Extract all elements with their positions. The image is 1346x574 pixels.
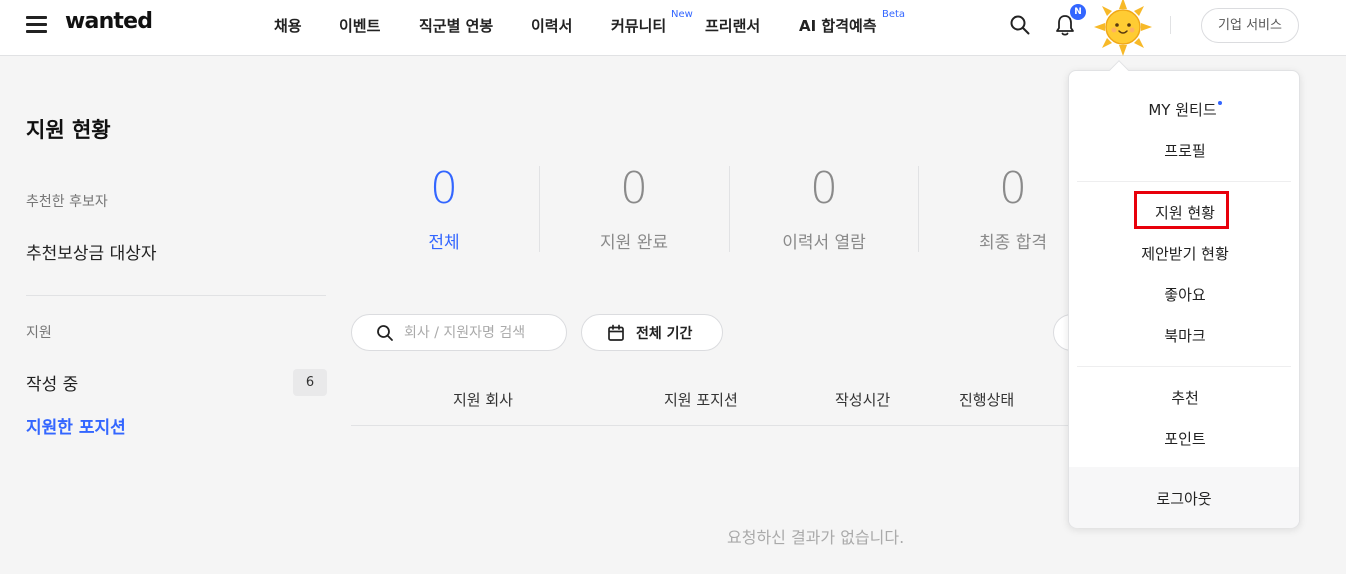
table-header-divider (351, 425, 1071, 426)
nav-item-resume[interactable]: 이력서 (531, 15, 572, 36)
stat-resume-viewed-value: 0 (810, 163, 838, 214)
stat-applied-label: 지원 완료 (600, 233, 668, 253)
sidebar-divider (26, 295, 326, 296)
menu-footer: 로그아웃 (1069, 467, 1299, 528)
period-filter-label: 전체 기간 (636, 326, 693, 342)
new-badge: New (671, 9, 693, 20)
stat-resume-viewed[interactable]: 0 이력서 열람 (729, 163, 919, 253)
menu-item-points[interactable]: 포인트 (1069, 428, 1301, 449)
nav-item-ai-prediction[interactable]: AI 합격예측 (799, 15, 877, 36)
company-search-box (351, 314, 567, 351)
menu-item-recommend[interactable]: 추천 (1069, 387, 1301, 408)
nav-item-community[interactable]: 커뮤니티 (611, 15, 666, 36)
menu-item-offer-status[interactable]: 제안받기 현황 (1069, 243, 1301, 264)
sidebar-item-referral-reward[interactable]: 추천보상금 대상자 (26, 239, 157, 264)
stat-all[interactable]: 0 전체 (349, 163, 539, 253)
column-header-position: 지원 포지션 (664, 391, 738, 409)
section-label-referred: 추천한 후보자 (26, 194, 108, 210)
menu-item-likes[interactable]: 좋아요 (1069, 284, 1301, 305)
menu-divider (1077, 181, 1291, 182)
empty-result-message: 요청하신 결과가 없습니다. (727, 528, 905, 547)
notification-badge: N (1070, 4, 1086, 20)
nav-item-events[interactable]: 이벤트 (339, 15, 380, 36)
nav-item-freelancer[interactable]: 프리랜서 (705, 15, 760, 36)
top-header: wanted 채용 이벤트 직군별 연봉 이력서 커뮤니티 New 프리랜서 A… (0, 0, 1346, 56)
highlight-box (1134, 191, 1229, 229)
stat-applied[interactable]: 0 지원 완료 (539, 163, 729, 253)
column-header-time: 작성시간 (835, 391, 891, 409)
drafting-count-badge: 6 (293, 369, 327, 396)
menu-item-my-wanted-label: MY 원티드 (1148, 101, 1217, 119)
menu-item-bookmarks[interactable]: 북마크 (1069, 325, 1301, 346)
menu-item-logout[interactable]: 로그아웃 (1069, 488, 1299, 509)
profile-dropdown-menu: MY 원티드 프로필 지원 현황 제안받기 현황 좋아요 북마크 추천 포인트 … (1068, 70, 1300, 528)
calendar-icon (608, 324, 624, 341)
column-header-status: 진행상태 (959, 391, 1015, 409)
stat-resume-viewed-label: 이력서 열람 (782, 233, 866, 253)
search-icon (377, 325, 393, 341)
column-header-company: 지원 회사 (453, 391, 513, 409)
period-filter-button[interactable]: 전체 기간 (581, 314, 723, 351)
stat-applied-value: 0 (620, 163, 648, 214)
sidebar-item-applied-positions[interactable]: 지원한 포지션 (26, 413, 126, 438)
page-title: 지원 현황 (26, 118, 111, 142)
menu-item-my-wanted[interactable]: MY 원티드 (1069, 99, 1301, 120)
business-service-button[interactable]: 기업 서비스 (1201, 8, 1299, 43)
nav-item-salary[interactable]: 직군별 연봉 (419, 15, 493, 36)
menu-item-profile[interactable]: 프로필 (1069, 140, 1301, 161)
sun-avatar-icon[interactable] (1092, 0, 1154, 58)
menu-divider (1077, 366, 1291, 367)
stat-all-value: 0 (430, 163, 458, 214)
hamburger-menu-icon[interactable] (26, 15, 48, 33)
company-search-input[interactable] (404, 322, 554, 344)
section-label-apply: 지원 (26, 325, 52, 341)
wanted-logo[interactable]: wanted (65, 9, 153, 34)
nav-item-jobs[interactable]: 채용 (274, 15, 302, 36)
stat-all-label: 전체 (428, 233, 460, 253)
new-dot-icon (1217, 101, 1222, 105)
beta-badge: Beta (882, 9, 906, 20)
header-divider (1170, 16, 1171, 34)
sidebar-item-drafting[interactable]: 작성 중 (26, 370, 78, 395)
search-icon[interactable] (1009, 14, 1031, 36)
